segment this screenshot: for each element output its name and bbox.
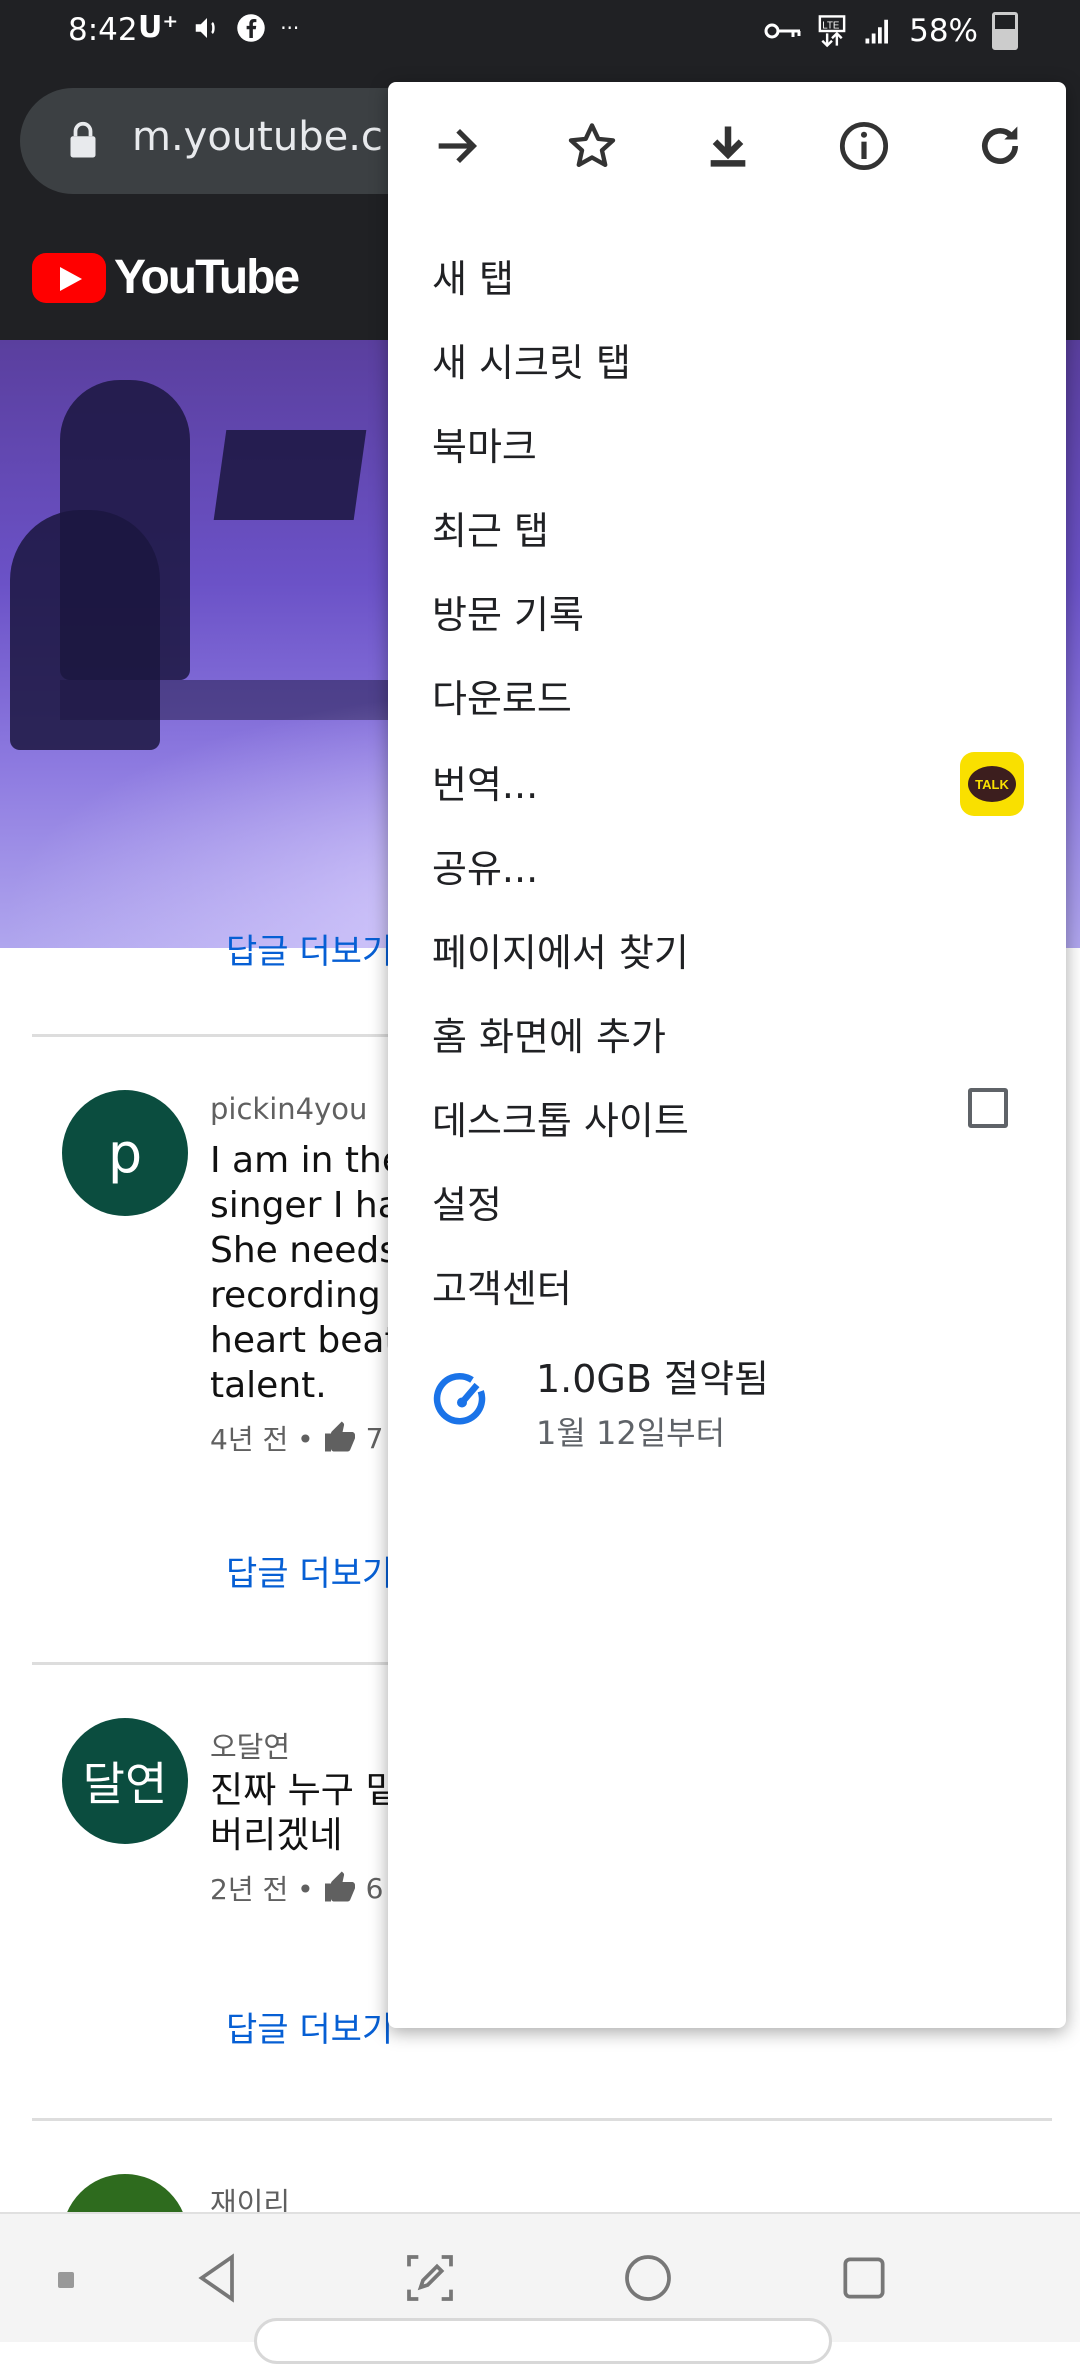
lte-icon: LTE — [818, 15, 846, 48]
menu-item-desktop-site[interactable]: 데스크톱 사이트 — [432, 1090, 1032, 1145]
battery-icon — [992, 12, 1018, 50]
comment-line: talent. — [210, 1365, 327, 1406]
reply-more-link[interactable]: 답글 더보기 — [226, 2002, 393, 2051]
menu-item-new-incognito-tab[interactable]: 새 시크릿 탭 — [432, 332, 1032, 387]
comment-meta: 4년 전 • 7 — [210, 1418, 383, 1458]
reply-more-link[interactable]: 답글 더보기 — [226, 924, 393, 973]
comment-age: 2년 전 • — [210, 1873, 314, 1906]
bookmark-star-icon[interactable] — [564, 118, 620, 174]
data-saver-title: 1.0GB 절약됨 — [536, 1357, 769, 1401]
like-count: 6 — [365, 1871, 384, 1905]
menu-item-new-tab[interactable]: 새 탭 — [432, 248, 1032, 303]
menu-item-share[interactable]: 공유... — [432, 838, 1032, 893]
forward-icon[interactable] — [428, 118, 484, 174]
gesture-handle[interactable] — [254, 2318, 832, 2364]
nav-dot-indicator — [58, 2272, 74, 2288]
kakaotalk-share-icon[interactable]: TALK — [960, 752, 1024, 816]
youtube-play-icon — [32, 252, 106, 303]
browser-overflow-menu: 새 탭 새 시크릿 탭 북마크 최근 탭 방문 기록 다운로드 번역... 공유… — [388, 82, 1066, 2028]
home-icon[interactable] — [620, 2250, 676, 2306]
menu-item-add-to-home-screen[interactable]: 홈 화면에 추가 — [432, 1006, 1032, 1061]
status-bar: 8:42 U⁺ ··· LTE 58% — [0, 0, 1080, 66]
facebook-icon — [237, 13, 265, 42]
battery-percent: 58% — [909, 13, 978, 49]
menu-item-help-center[interactable]: 고객센터 — [432, 1258, 1032, 1313]
divider — [32, 2118, 1052, 2121]
status-left-icons: U⁺ ··· — [138, 10, 299, 45]
data-saver-summary[interactable]: 1.0GB 절약됨 1월 12일부터 — [388, 1338, 1066, 1478]
refresh-icon[interactable] — [972, 118, 1028, 174]
avatar[interactable]: p — [62, 1090, 188, 1216]
avatar-letter: p — [107, 1121, 143, 1185]
like-thumb-icon[interactable] — [322, 1420, 358, 1456]
video-music-stand — [213, 430, 367, 520]
menu-item-find-in-page[interactable]: 페이지에서 찾기 — [432, 922, 1032, 977]
data-saver-subtitle: 1월 12일부터 — [536, 1414, 726, 1452]
comment-author[interactable]: 오달연 — [210, 1724, 290, 1766]
vpn-key-icon — [764, 23, 801, 39]
comment-meta: 2년 전 • 6 — [210, 1868, 383, 1908]
svg-text:LTE: LTE — [822, 21, 840, 32]
data-saver-gauge-icon — [433, 1373, 486, 1425]
comment-line: She needs — [210, 1230, 398, 1271]
comment-age: 4년 전 • — [210, 1423, 314, 1456]
like-thumb-icon[interactable] — [322, 1870, 358, 1906]
comment-line: 버리겠네 — [210, 1815, 343, 1856]
lock-icon — [70, 121, 96, 158]
status-right-icons: LTE 58% — [763, 12, 1018, 50]
menu-item-history[interactable]: 방문 기록 — [432, 584, 1032, 639]
avatar[interactable]: 달연 — [62, 1718, 188, 1844]
comment-line: I am in the — [210, 1140, 404, 1181]
reply-more-link[interactable]: 답글 더보기 — [226, 1546, 393, 1595]
status-time: 8:42 — [68, 12, 138, 48]
info-icon[interactable] — [836, 118, 892, 174]
menu-top-icon-row — [388, 82, 1066, 208]
comment-line: recording c — [210, 1275, 412, 1316]
menu-item-settings[interactable]: 설정 — [432, 1174, 1032, 1229]
system-nav-bar — [0, 2212, 1080, 2364]
comment-line: heart beat. — [210, 1320, 411, 1361]
url-text: m.youtube.c — [132, 114, 383, 160]
menu-item-translate[interactable]: 번역... — [432, 754, 1032, 809]
menu-item-recent-tabs[interactable]: 최근 탭 — [432, 500, 1032, 555]
like-count: 7 — [365, 1421, 384, 1455]
signal-icon — [865, 19, 889, 44]
carrier-label: U⁺ — [138, 10, 179, 45]
menu-item-downloads[interactable]: 다운로드 — [432, 668, 1032, 723]
youtube-wordmark: YouTube — [114, 251, 300, 304]
kakaotalk-bubble: TALK — [968, 766, 1016, 802]
comment-line: 진짜 누구 밑 — [210, 1770, 399, 1811]
recents-icon[interactable] — [836, 2250, 892, 2306]
download-icon[interactable] — [700, 118, 756, 174]
comment-author[interactable]: pickin4you — [210, 1092, 367, 1126]
more-notifications-icon: ··· — [280, 15, 300, 40]
avatar-letter: 달연 — [82, 1757, 168, 1811]
volume-icon — [195, 17, 215, 38]
back-icon[interactable] — [190, 2250, 246, 2306]
desktop-site-checkbox[interactable] — [968, 1088, 1008, 1128]
menu-item-bookmarks[interactable]: 북마크 — [432, 416, 1032, 471]
screenshot-edit-icon[interactable] — [402, 2250, 458, 2306]
youtube-logo[interactable]: YouTube — [32, 250, 300, 305]
